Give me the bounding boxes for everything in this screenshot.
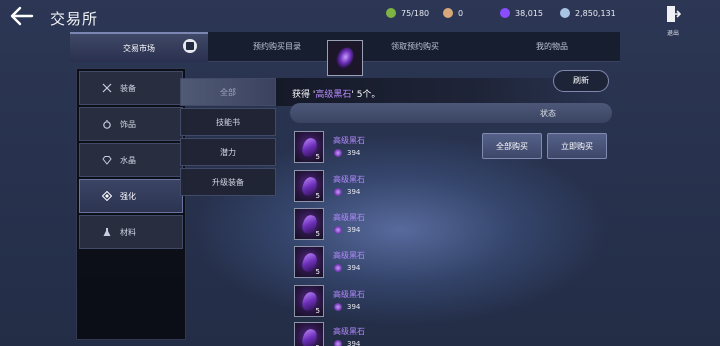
status-label: 状态 [540,109,556,118]
subcategory-potential[interactable]: 潜力 [180,138,276,166]
item-price: 394 [334,226,360,234]
refresh-button[interactable]: 刷新 [553,70,609,92]
flask-icon [103,228,111,236]
exit-label: 退出 [666,30,679,37]
black-stone-currency-icon [334,340,342,346]
item-price: 394 [334,149,360,157]
buy-now-button[interactable]: 立即购买 [547,133,607,159]
item-name: 高级黑石 [333,251,365,260]
black-stone-icon: 5 [294,246,324,278]
subcategory-upgrade-equipment[interactable]: 升级装备 [180,168,276,196]
black-stone-currency-icon [500,8,510,18]
category-panel: 装备 饰品 水晶 强化 材料 [76,68,186,340]
subcategory-skill-book[interactable]: 技能书 [180,108,276,136]
crossed-swords-icon [102,83,112,93]
black-stone-currency-icon [334,188,342,196]
status-header [290,103,612,123]
silver-count: 2,850,131 [560,6,616,20]
buy-all-button[interactable]: 全部购买 [482,133,542,159]
exit-button[interactable]: 退出 [662,5,684,37]
list-item[interactable]: 5 高级黑石 394 [292,170,606,204]
bag-icon [386,8,396,18]
category-material[interactable]: 材料 [79,215,183,249]
item-name: 高级黑石 [333,175,365,184]
list-item[interactable]: 5 高级黑石 394 [292,208,606,242]
silver-icon [560,8,570,18]
list-item[interactable]: 5 高级黑石 394 [292,322,606,346]
item-price: 394 [334,188,360,196]
page-title: 交易所 [50,10,99,28]
item-price: 394 [334,303,360,311]
black-stone-icon: 5 [294,131,324,163]
coin-icon [443,8,453,18]
ring-icon [103,120,111,129]
exit-door-icon [667,6,682,22]
subcategory-panel: 全部 技能书 潜力 升级装备 [180,78,278,198]
acquired-toast: 获得 '高级黑石' 5个。 [292,90,381,100]
item-name: 高级黑石 [333,213,365,222]
black-stone-icon: 5 [294,322,324,346]
black-stone-currency-icon [334,226,342,234]
black-stone-currency-icon [334,303,342,311]
black-stone-currency-icon [334,264,342,272]
black-stone-icon: 5 [294,170,324,202]
category-equipment[interactable]: 装备 [79,71,183,105]
item-price: 394 [334,264,360,272]
item-price: 394 [334,340,360,346]
black-stone-icon: 5 [294,285,324,317]
item-name: 高级黑石 [333,136,365,145]
black-stone-currency: 38,015 [500,6,543,20]
list-item[interactable]: 5 高级黑石 394 [292,285,606,319]
category-crystal[interactable]: 水晶 [79,143,183,177]
market-badge-icon [183,39,197,53]
crystal-icon [102,156,112,165]
item-name: 高级黑石 [333,290,365,299]
subcategory-all[interactable]: 全部 [180,78,276,106]
coin-count: 0 [443,6,463,20]
category-enhance[interactable]: 强化 [79,179,183,213]
tab-claim-reservation[interactable]: 领取预约购买 [346,32,484,62]
tab-my-items[interactable]: 我的物品 [484,32,620,62]
list-item[interactable]: 5 高级黑石 394 [292,246,606,280]
item-name: 高级黑石 [333,327,365,336]
black-stone-icon: 5 [294,208,324,240]
category-accessory[interactable]: 饰品 [79,107,183,141]
tab-reservation-list[interactable]: 预约购买目录 [208,32,346,62]
black-stone-currency-icon [334,149,342,157]
inventory-weight: 75/180 [386,6,429,20]
back-arrow-icon[interactable] [10,6,34,26]
enhance-icon [102,191,112,201]
acquired-item-icon [327,40,363,76]
black-stone-icon [336,47,354,69]
